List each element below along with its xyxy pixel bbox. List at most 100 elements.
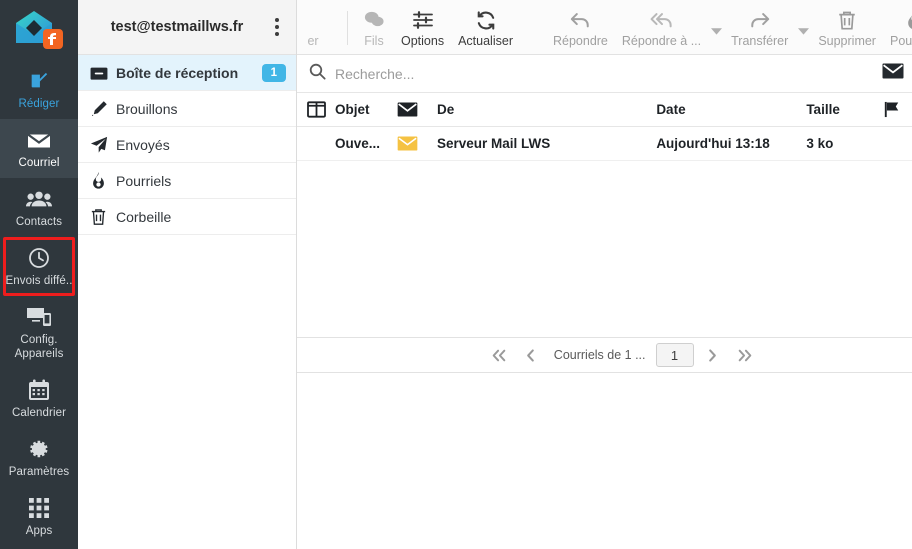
account-email: test@testmaillws.fr xyxy=(110,19,244,35)
folder-item-spam[interactable]: Pourriels xyxy=(78,163,296,199)
folder-label: Corbeille xyxy=(116,208,172,225)
inbox-icon xyxy=(90,65,116,81)
message-list-header: Objet De Date Taille xyxy=(297,93,912,127)
folder-label: Envoyés xyxy=(116,136,170,153)
column-header-taille[interactable]: Taille xyxy=(806,102,874,117)
sidebar-item-label: Config. Appareils xyxy=(14,334,64,360)
sidebar-item-label: Apps xyxy=(25,525,53,537)
folder-panel-filler xyxy=(78,235,296,549)
paper-plane-icon xyxy=(90,136,116,154)
search-input[interactable] xyxy=(335,65,595,82)
grid-apps-icon xyxy=(29,495,49,521)
envelope-icon[interactable] xyxy=(882,63,904,84)
column-header-objet[interactable]: Objet xyxy=(335,102,397,117)
column-header-de[interactable]: De xyxy=(437,102,656,117)
folder-panel: test@testmaillws.fr Boîte de réception 1… xyxy=(78,0,297,549)
sort-button-clipped[interactable]: er xyxy=(301,0,341,54)
column-header-date[interactable]: Date xyxy=(656,102,806,117)
sidebar-item-courriel[interactable]: Courriel xyxy=(0,119,78,178)
delete-label: Supprimer xyxy=(818,33,876,48)
sidebar-item-label: Courriel xyxy=(18,157,60,169)
delete-button[interactable]: Supprimer xyxy=(811,0,883,54)
row-sender: Serveur Mail LWS xyxy=(437,136,551,151)
flame-icon xyxy=(90,171,116,190)
main-panel: er Fils Options Actualiser Répondre Répo… xyxy=(297,0,912,549)
forward-icon xyxy=(749,8,771,33)
threads-icon xyxy=(363,8,385,33)
pencil-icon xyxy=(90,100,116,118)
kebab-menu-icon[interactable] xyxy=(266,18,288,36)
row-objet: Ouve... xyxy=(335,136,381,151)
pagination-bar: Courriels de 1 ... 1 xyxy=(297,337,912,373)
sidebar-item-apps[interactable]: Apps xyxy=(0,487,78,546)
message-preview-pane xyxy=(297,373,912,549)
message-list-body: Ouve... Serveur Mail LWS Aujourd'hui 13:… xyxy=(297,127,912,337)
page-number-input[interactable]: 1 xyxy=(655,343,694,367)
folder-item-sent[interactable]: Envoyés xyxy=(78,127,296,163)
folder-label: Boîte de réception xyxy=(116,64,239,81)
threads-label: Fils xyxy=(364,33,384,48)
flame-icon xyxy=(905,8,912,33)
forward-label: Transférer xyxy=(731,33,789,48)
sort-label: er xyxy=(307,33,319,48)
unread-envelope-icon[interactable] xyxy=(397,136,437,151)
prev-page-button[interactable] xyxy=(518,342,544,368)
sidebar-item-label: Contacts xyxy=(15,216,63,228)
calendar-icon xyxy=(28,377,50,403)
forward-dropdown-caret[interactable] xyxy=(795,0,811,54)
app-rail: Rédiger Courriel Contacts Envois diffé..… xyxy=(0,0,78,549)
spam-label: Pourriels xyxy=(889,33,912,48)
search-bar xyxy=(297,55,912,93)
toolbar-divider xyxy=(347,11,348,45)
sidebar-item-label: Rédiger xyxy=(18,98,60,110)
unread-badge: 1 xyxy=(261,63,286,82)
row-date: Aujourd'hui 13:18 xyxy=(656,136,770,151)
sidebar-item-envois-differes[interactable]: Envois diffé.. xyxy=(0,237,78,296)
sidebar-item-label: Envois diffé.. xyxy=(5,275,73,287)
sidebar-item-rediger[interactable]: Rédiger xyxy=(0,60,78,119)
folder-item-trash[interactable]: Corbeille xyxy=(78,199,296,235)
compose-icon xyxy=(28,68,50,94)
folder-item-inbox[interactable]: Boîte de réception 1 xyxy=(78,55,296,91)
sidebar-item-contacts[interactable]: Contacts xyxy=(0,178,78,237)
last-page-button[interactable] xyxy=(732,342,758,368)
refresh-button[interactable]: Actualiser xyxy=(451,0,520,54)
reply-all-label: Répondre à ... xyxy=(621,33,702,48)
contacts-icon xyxy=(26,186,52,212)
first-page-button[interactable] xyxy=(486,342,512,368)
column-layout-icon[interactable] xyxy=(305,101,335,118)
folder-label: Pourriels xyxy=(116,172,172,189)
folder-item-drafts[interactable]: Brouillons xyxy=(78,91,296,127)
spam-button[interactable]: Pourriels xyxy=(883,0,912,54)
sidebar-item-label: Calendrier xyxy=(11,407,67,419)
table-row[interactable]: Ouve... Serveur Mail LWS Aujourd'hui 13:… xyxy=(297,127,912,161)
refresh-label: Actualiser xyxy=(458,33,513,48)
sidebar-item-parametres[interactable]: Paramètres xyxy=(0,428,78,487)
lws-mail-logo[interactable] xyxy=(0,0,78,60)
gear-icon xyxy=(28,436,50,462)
message-toolbar: er Fils Options Actualiser Répondre Répo… xyxy=(297,0,912,55)
envelope-icon xyxy=(27,127,51,153)
pagination-label: Courriels de 1 ... xyxy=(553,348,646,362)
account-header: test@testmaillws.fr xyxy=(78,0,296,55)
sliders-icon xyxy=(412,8,434,33)
reply-icon xyxy=(569,8,591,33)
folder-label: Brouillons xyxy=(116,100,178,117)
sidebar-item-config-appareils[interactable]: Config. Appareils xyxy=(0,296,78,369)
threads-button[interactable]: Fils xyxy=(354,0,394,54)
sidebar-item-calendrier[interactable]: Calendrier xyxy=(0,369,78,428)
sidebar-item-label: Paramètres xyxy=(8,466,70,478)
refresh-icon xyxy=(475,8,497,33)
reply-all-button[interactable]: Répondre à ... xyxy=(615,0,708,54)
search-field-group xyxy=(309,63,882,85)
forward-button[interactable]: Transférer xyxy=(724,0,795,54)
reply-button[interactable]: Répondre xyxy=(546,0,615,54)
next-page-button[interactable] xyxy=(700,342,726,368)
options-button[interactable]: Options xyxy=(394,0,451,54)
column-header-read-status[interactable] xyxy=(397,102,437,117)
flag-icon[interactable] xyxy=(874,101,910,118)
row-size: 3 ko xyxy=(806,136,834,151)
reply-all-dropdown-caret[interactable] xyxy=(708,0,724,54)
reply-label: Répondre xyxy=(552,33,608,48)
logo-mark xyxy=(13,9,65,51)
